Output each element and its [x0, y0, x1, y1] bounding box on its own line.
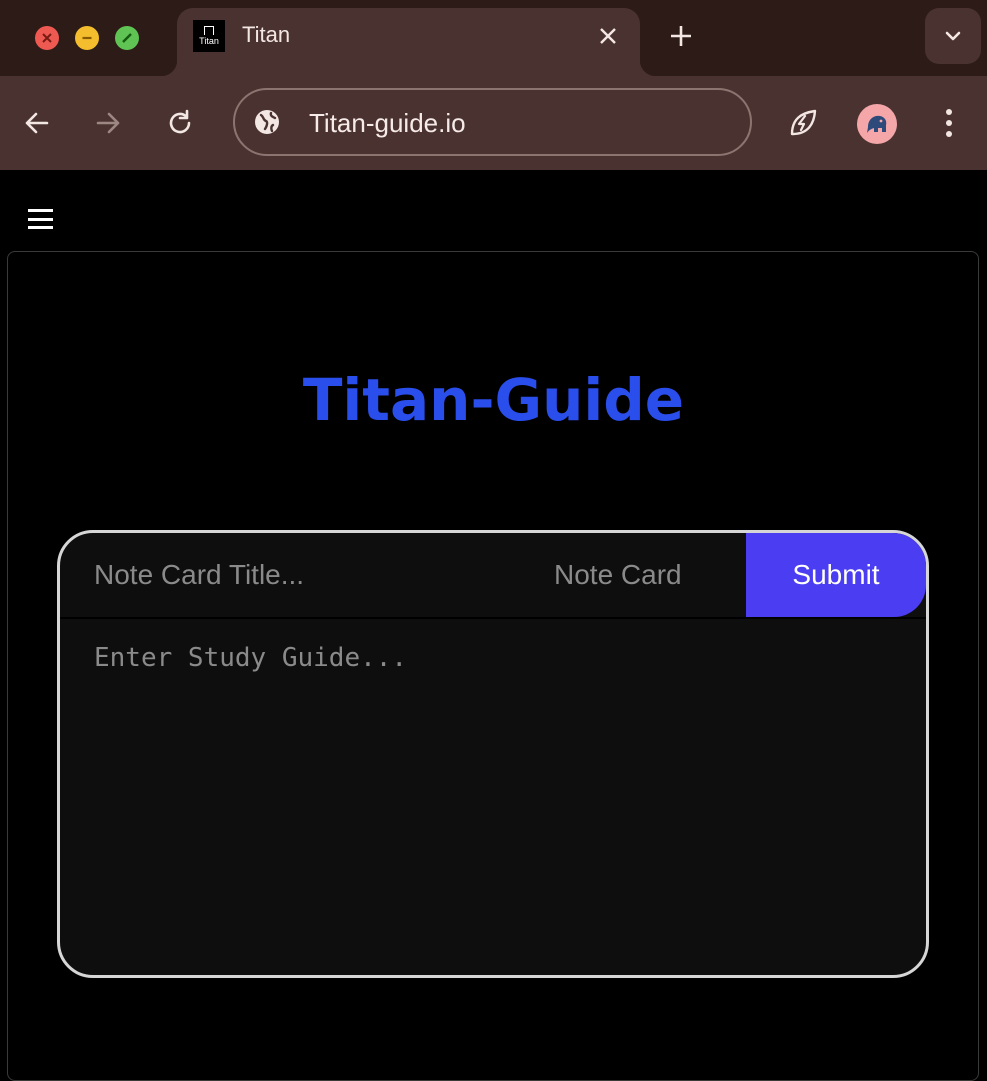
tab-title: Titan	[242, 22, 291, 47]
window-minimize-button[interactable]	[75, 26, 99, 50]
tab-close-button[interactable]	[596, 24, 620, 48]
page-title: Titan-Guide	[302, 366, 685, 434]
elephant-avatar-icon	[867, 115, 887, 133]
arrow-right-icon	[96, 112, 120, 134]
note-card-form: Note Card Submit	[57, 530, 929, 978]
submit-button[interactable]: Submit	[746, 533, 926, 617]
reload-button[interactable]	[163, 106, 197, 140]
close-icon	[600, 28, 616, 44]
tab-favicon: Titan	[193, 20, 225, 52]
tab-strip: Titan Titan	[0, 0, 987, 76]
minimize-icon	[82, 36, 92, 40]
window-close-button[interactable]	[35, 26, 59, 50]
browser-tab-active[interactable]: Titan Titan	[161, 8, 656, 76]
browser-menu-button[interactable]	[932, 106, 966, 140]
arrow-left-icon	[25, 112, 49, 134]
address-bar[interactable]: Titan-guide.io	[233, 88, 752, 156]
new-tab-button[interactable]	[665, 20, 697, 52]
close-icon	[42, 33, 52, 43]
forward-button[interactable]	[91, 106, 125, 140]
address-bar-url: Titan-guide.io	[309, 108, 466, 138]
plus-icon	[671, 26, 691, 46]
note-card-type-label: Note Card	[554, 559, 682, 590]
hamburger-icon[interactable]	[28, 207, 53, 231]
profile-avatar[interactable]	[857, 104, 897, 144]
tab-search-button[interactable]	[925, 8, 981, 64]
extension-button[interactable]	[786, 106, 820, 140]
back-button[interactable]	[20, 106, 54, 140]
maximize-icon	[122, 33, 132, 43]
chevron-down-icon	[945, 31, 961, 41]
note-card-title-input[interactable]	[94, 555, 514, 595]
note-card-header: Note Card Submit	[60, 533, 926, 619]
study-guide-textarea[interactable]	[94, 643, 894, 943]
window-maximize-button[interactable]	[115, 26, 139, 50]
kebab-menu-icon	[946, 109, 952, 137]
browser-toolbar: Titan-guide.io	[0, 76, 987, 170]
globe-icon[interactable]	[253, 108, 281, 136]
reload-icon	[169, 109, 191, 134]
leaf-bolt-icon	[790, 109, 817, 136]
